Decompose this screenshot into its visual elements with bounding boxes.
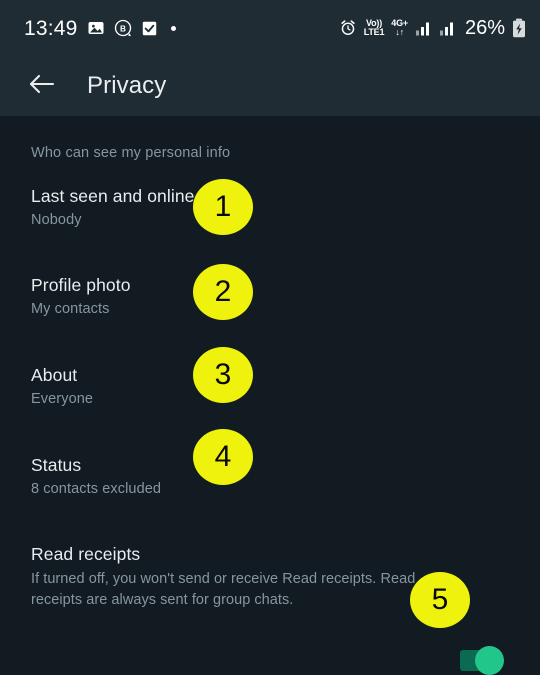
setting-title: Status xyxy=(31,454,82,475)
setting-value: 8 contacts excluded xyxy=(31,481,162,498)
signal-bars-icon-2 xyxy=(439,21,456,36)
setting-row-profile-photo[interactable]: Profile photo My contacts xyxy=(0,274,540,318)
status-bar-clock: 13:49 xyxy=(24,16,78,40)
callout-badge-5: 5 xyxy=(410,572,470,628)
setting-title: Profile photo xyxy=(31,274,131,295)
callout-badge-2: 2 xyxy=(193,264,253,320)
back-arrow-icon xyxy=(29,73,55,100)
setting-title: Last seen and online xyxy=(31,186,195,206)
setting-row-about[interactable]: About Everyone xyxy=(0,364,540,408)
checkbox-checked-icon xyxy=(141,20,158,37)
b-circle-icon: B xyxy=(114,19,132,37)
back-button[interactable] xyxy=(22,66,62,106)
setting-description: If turned off, you won't send or receive… xyxy=(31,570,416,608)
signal-bars-icon xyxy=(415,21,432,36)
4g-plus-icon: 4G+ ↓↑ xyxy=(391,19,408,37)
callout-badge-4: 4 xyxy=(193,429,253,485)
setting-row-status[interactable]: Status 8 contacts excluded xyxy=(0,454,540,498)
svg-text:B: B xyxy=(120,24,126,33)
status-bar-left: 13:49 B xyxy=(24,18,176,39)
privacy-settings-list: Who can see my personal info Last seen a… xyxy=(0,116,540,675)
battery-charging-icon xyxy=(512,18,526,38)
setting-value: Everyone xyxy=(31,391,94,408)
status-bar-right: Vo)) LTE1 4G+ ↓↑ 26% xyxy=(339,18,526,38)
volte-bottom-label: LTE1 xyxy=(363,27,385,37)
setting-value: My contacts xyxy=(31,301,110,318)
read-receipts-toggle[interactable] xyxy=(460,646,508,675)
volte-icon: Vo)) LTE1 xyxy=(364,19,385,37)
status-bar: 13:49 B Vo)) LTE1 4G+ ↓↑ 26% xyxy=(0,0,540,56)
page-title: Privacy xyxy=(87,72,167,99)
callout-badge-1: 1 xyxy=(193,179,253,235)
setting-title: About xyxy=(31,364,78,385)
data-arrows-label: ↓↑ xyxy=(395,27,404,37)
setting-row-last-seen[interactable]: Last seen and online Nobody xyxy=(0,186,540,229)
image-icon xyxy=(87,19,105,37)
section-header-personal-info: Who can see my personal info xyxy=(31,145,231,161)
dot-icon xyxy=(170,25,176,31)
setting-value: Nobody xyxy=(31,212,82,229)
setting-title: Read receipts xyxy=(31,543,141,564)
callout-badge-3: 3 xyxy=(193,347,253,403)
toggle-thumb xyxy=(475,646,504,675)
app-bar: Privacy xyxy=(0,56,540,116)
alarm-icon xyxy=(339,19,357,37)
battery-percent-label: 26% xyxy=(464,17,505,39)
